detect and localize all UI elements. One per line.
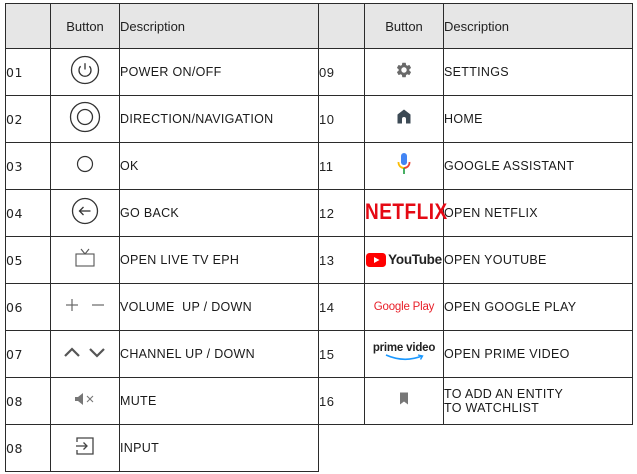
row-description: INPUT (119, 424, 319, 472)
row-description: SETTINGS (443, 48, 633, 96)
netflix-logo: NETFLIX (365, 200, 448, 225)
row-description: CHANNEL UP / DOWN (119, 330, 319, 378)
button-icon-cell (364, 142, 444, 190)
remote-buttons-table: Button Description Button Description 01… (5, 3, 633, 472)
volume-plus-minus-icon (63, 298, 107, 317)
row-description: GO BACK (119, 189, 319, 237)
table-row: 03 OK 11 GOOGLE ASSISTANT (5, 142, 633, 190)
row-number: 07 (5, 330, 51, 378)
youtube-play-icon (366, 252, 387, 267)
row-description: VOLUME UP / DOWN (119, 283, 319, 331)
row-number: 04 (5, 189, 51, 237)
row-number: 01 (5, 48, 51, 96)
button-icon-cell: Google Play (364, 283, 444, 331)
row-number: 10 (318, 95, 365, 143)
youtube-wordmark: YouTube (388, 252, 442, 268)
table-row: 06 VOLUME UP / DOWN 14 Google Play OPEN … (5, 283, 633, 331)
youtube-logo: YouTube (366, 252, 442, 267)
row-description: GOOGLE ASSISTANT (443, 142, 633, 190)
prime-video-wordmark: prime video (372, 342, 436, 354)
button-icon-cell: YouTube (364, 236, 444, 284)
back-arrow-icon (71, 197, 99, 230)
button-icon-cell (50, 189, 120, 237)
button-icon-cell (364, 377, 444, 425)
header-description-right: Description (443, 3, 633, 49)
row-number: 11 (318, 142, 365, 190)
button-icon-cell (50, 424, 120, 472)
table-row: 05 OPEN LIVE TV EPH 13 YouTube OPEN YOUT… (5, 236, 633, 284)
header-number-right (318, 3, 365, 49)
row-number: 15 (318, 330, 365, 378)
mute-icon (73, 392, 97, 411)
table-row: 08 MUTE 16 TO ADD AN ENTITY TO WATCHLIST (5, 377, 633, 425)
input-icon (75, 436, 95, 461)
google-assistant-mic-icon (397, 152, 411, 181)
row-description: TO ADD AN ENTITY TO WATCHLIST (443, 377, 633, 425)
button-icon-cell (50, 283, 120, 331)
home-icon (397, 109, 411, 129)
row-number: 05 (5, 236, 51, 284)
row-number: 06 (5, 283, 51, 331)
row-description: DIRECTION/NAVIGATION (119, 95, 319, 143)
description-line-2: TO WATCHLIST (444, 401, 540, 415)
table-row: 07 CHANNEL UP / DOWN 15 prime video OPEN… (5, 330, 633, 378)
row-number: 16 (318, 377, 365, 425)
button-icon-cell (364, 95, 444, 143)
live-tv-icon (74, 248, 96, 273)
table-row: 02 DIRECTION/NAVIGATION 10 HOME (5, 95, 633, 143)
row-number: 13 (318, 236, 365, 284)
empty-cell (318, 424, 633, 472)
google-play-logo: Google Play (373, 300, 435, 313)
row-number: 14 (318, 283, 365, 331)
table-row: 08 INPUT (5, 424, 633, 472)
row-number: 03 (5, 142, 51, 190)
power-icon (70, 55, 100, 90)
row-description: OPEN PRIME VIDEO (443, 330, 633, 378)
row-number: 08 (5, 424, 51, 472)
button-icon-cell (50, 48, 120, 96)
button-icon-cell: prime video (364, 330, 444, 378)
button-icon-cell (364, 48, 444, 96)
button-icon-cell (50, 95, 120, 143)
row-description: OPEN LIVE TV EPH (119, 236, 319, 284)
button-icon-cell: NETFLIX (364, 189, 447, 237)
header-number-left (5, 3, 51, 49)
row-description: HOME (443, 95, 633, 143)
row-description: OK (119, 142, 319, 190)
header-button-left: Button (50, 3, 120, 49)
button-icon-cell (50, 377, 120, 425)
button-icon-cell (50, 330, 120, 378)
bookmark-icon (399, 392, 409, 410)
table-header-row: Button Description Button Description (5, 3, 633, 49)
gear-icon (395, 61, 413, 84)
direction-pad-icon (69, 101, 101, 138)
row-description: POWER ON/OFF (119, 48, 319, 96)
header-description-left: Description (119, 3, 319, 49)
row-description: OPEN YOUTUBE (443, 236, 633, 284)
channel-up-down-icon (62, 345, 108, 364)
prime-video-logo: prime video (372, 342, 436, 365)
button-icon-cell (50, 236, 120, 284)
row-description: MUTE (119, 377, 319, 425)
description-line-1: TO ADD AN ENTITY (444, 387, 564, 401)
button-icon-cell (50, 142, 120, 190)
row-number: 02 (5, 95, 51, 143)
prime-smile-icon (385, 354, 424, 361)
row-number: 09 (318, 48, 365, 96)
table-row: 01 POWER ON/OFF 09 SETTINGS (5, 48, 633, 96)
row-number: 08 (5, 377, 51, 425)
row-description: OPEN GOOGLE PLAY (443, 283, 633, 331)
row-description: OPEN NETFLIX (443, 189, 633, 237)
ok-circle-icon (76, 155, 94, 178)
table-row: 04 GO BACK 12 NETFLIX OPEN NETFLIX (5, 189, 633, 237)
header-button-right: Button (364, 3, 444, 49)
row-number: 12 (318, 189, 365, 237)
